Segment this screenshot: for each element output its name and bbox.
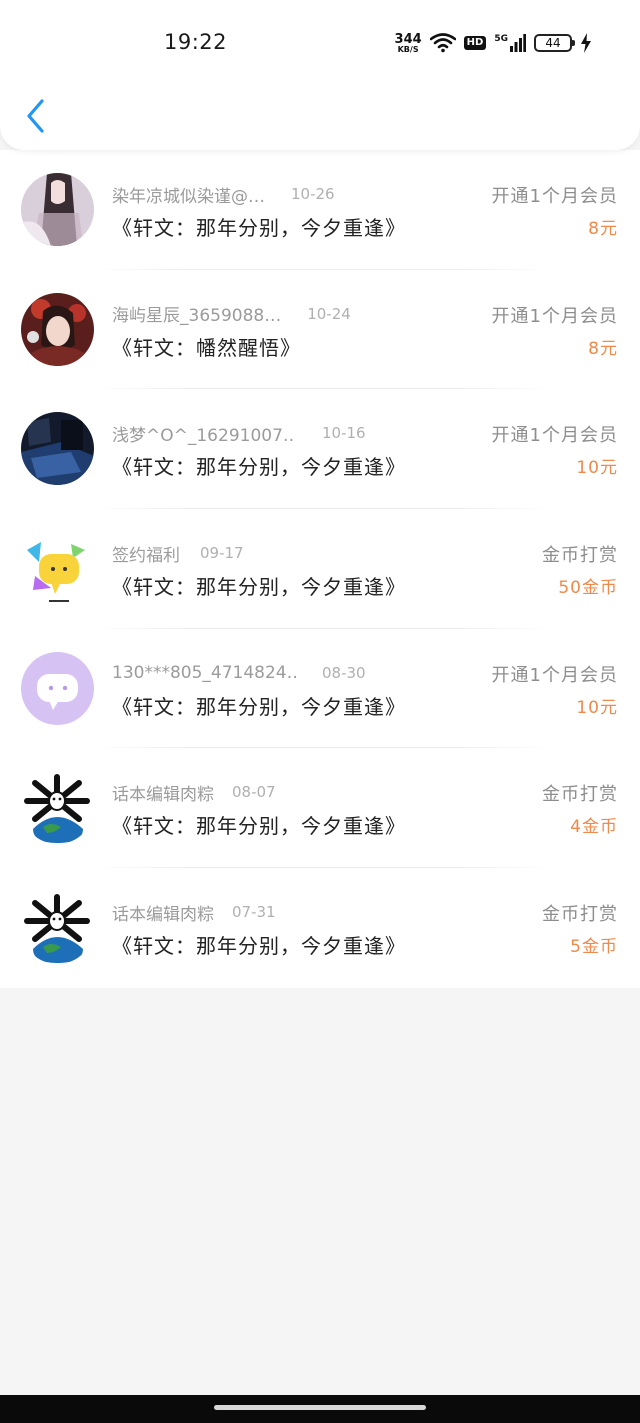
record-date: 08-30 [322,663,366,682]
list-item[interactable]: 话本编辑肉粽 07-31 《轩文：那年分别，今夕重逢》 金币打赏 5金币 [0,868,640,988]
avatar-chat-yellow [21,532,94,606]
record-meta: 130***805_4714824… 08-30 [112,661,366,685]
record-date: 10-24 [307,304,351,323]
net-speed-value: 344 [394,31,422,47]
record-type: 开通1个月会员 [491,425,618,447]
navigation-bar [0,1395,640,1423]
record-meta: 染年凉城似染谨@… 10-26 [112,182,335,207]
record-type: 金币打赏 [542,784,618,806]
record-meta: 签约福利 09-17 [112,541,244,566]
record-meta: 海屿星辰_3659088… 10-24 [112,302,351,327]
home-indicator[interactable] [214,1405,426,1410]
net-speed-unit: KB/S [397,44,419,54]
record-type: 开通1个月会员 [491,664,618,686]
avatar-girl-purple [21,173,94,246]
record-meta: 话本编辑肉粽 08-07 [112,780,276,805]
user-name: 海屿星辰_3659088… [112,306,282,327]
avatar-girl-red [21,292,94,366]
record-type: 开通1个月会员 [491,186,618,207]
user-name: 话本编辑肉粽 [112,904,214,925]
status-icons: 344 KB/S HD 5G 44 [395,28,592,58]
list-item[interactable]: 签约福利 09-17 《轩文：那年分别，今夕重逢》 金币打赏 50金币 [0,509,640,629]
book-title: 《轩文：那年分别，今夕重逢》 [112,814,406,839]
network-label: 5G [494,34,508,44]
record-amount: 8元 [588,219,618,239]
user-name: 话本编辑肉粽 [112,784,214,805]
avatar-earth [21,771,94,845]
top-bar: 19:22 344 KB/S HD 5G 44 [0,0,640,150]
record-type: 开通1个月会员 [491,305,618,327]
list-item[interactable]: 130***805_4714824… 08-30 《轩文：那年分别，今夕重逢》 … [0,629,640,749]
hd-badge: HD [463,36,487,50]
record-amount: 50金币 [558,578,618,599]
signal-icon: 5G [494,34,526,52]
record-amount: 5金币 [570,937,618,958]
back-chevron-icon[interactable] [22,96,50,136]
list-item[interactable]: 染年凉城似染谨@… 10-26 《轩文：那年分别，今夕重逢》 开通1个月会员 8… [0,150,640,270]
charging-icon [581,33,591,53]
user-name: 签约福利 [112,545,180,566]
record-date: 10-16 [322,424,366,443]
book-title: 《轩文：幡然醒悟》 [112,335,301,360]
record-list: 染年凉城似染谨@… 10-26 《轩文：那年分别，今夕重逢》 开通1个月会员 8… [0,150,640,988]
record-amount: 10元 [576,458,618,479]
record-date: 10-26 [291,185,335,203]
status-time: 19:22 [164,30,228,54]
record-meta: 话本编辑肉粽 07-31 [112,900,276,925]
record-amount: 10元 [576,697,618,718]
book-title: 《轩文：那年分别，今夕重逢》 [112,694,406,719]
book-title: 《轩文：那年分别，今夕重逢》 [112,216,406,240]
book-title: 《轩文：那年分别，今夕重逢》 [112,934,406,959]
book-title: 《轩文：那年分别，今夕重逢》 [112,575,406,600]
avatar-chat-purple [21,651,94,725]
list-item[interactable]: 话本编辑肉粽 08-07 《轩文：那年分别，今夕重逢》 金币打赏 4金币 [0,748,640,869]
book-title: 《轩文：那年分别，今夕重逢》 [112,455,406,480]
record-type: 金币打赏 [542,904,618,926]
avatar-earth [21,891,94,965]
record-type: 金币打赏 [542,545,618,567]
record-amount: 4金币 [570,817,618,838]
list-item[interactable]: 浅梦^O^_16291007… 10-16 《轩文：那年分别，今夕重逢》 开通1… [0,389,640,510]
user-name: 染年凉城似染谨@… [112,186,265,207]
user-name: 130***805_4714824… [112,662,296,683]
user-name: 浅梦^O^_16291007… [112,425,296,446]
avatar-dark-photo [21,412,94,486]
record-date: 09-17 [200,544,244,563]
list-item[interactable]: 海屿星辰_3659088… 10-24 《轩文：幡然醒悟》 开通1个月会员 8元 [0,270,640,390]
battery-level: 44 [545,36,561,50]
battery-icon: 44 [534,34,575,52]
record-amount: 8元 [588,338,618,359]
record-date: 08-07 [232,783,276,802]
net-speed: 344 KB/S [395,33,422,54]
wifi-icon [429,33,456,53]
record-meta: 浅梦^O^_16291007… 10-16 [112,421,366,446]
record-date: 07-31 [232,903,276,922]
